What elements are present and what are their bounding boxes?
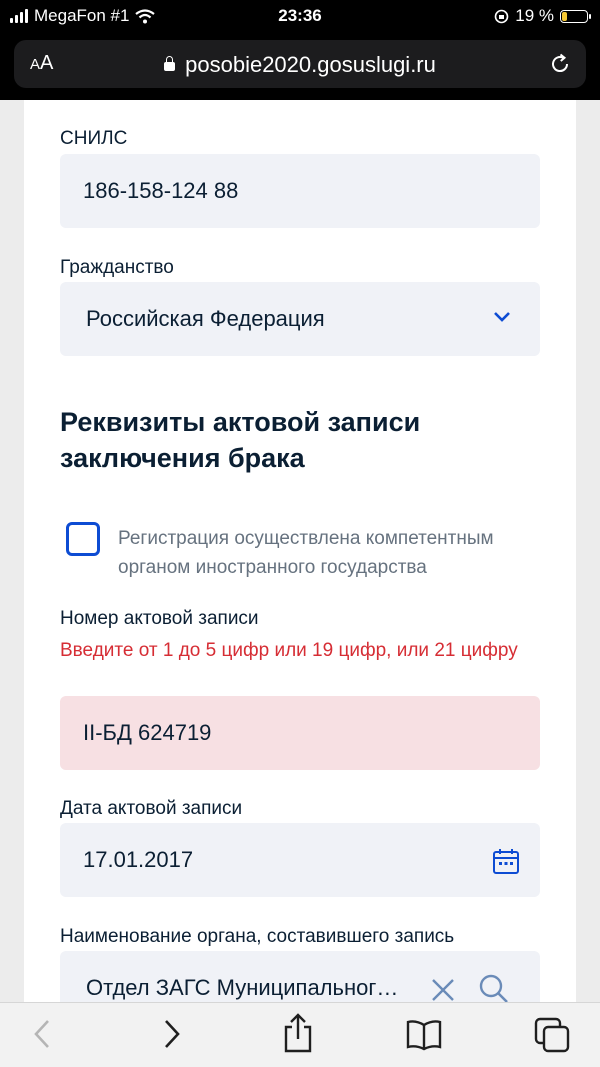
tabs-icon[interactable]	[534, 1017, 570, 1053]
calendar-icon[interactable]	[492, 847, 520, 875]
address-bar[interactable]: AA posobie2020.gosuslugi.ru	[14, 40, 586, 88]
clear-icon[interactable]	[430, 977, 456, 1003]
reload-icon[interactable]	[548, 52, 572, 76]
authority-label: Наименование органа, составившего запись	[60, 926, 455, 947]
record-number-value: II-БД 624719	[83, 720, 212, 745]
record-number-field[interactable]: II-БД 624719	[60, 696, 540, 770]
section-title: Реквизиты актовой записи заключения брак…	[60, 407, 421, 473]
record-date-value: 17.01.2017	[83, 847, 194, 872]
orientation-lock-icon	[494, 9, 509, 23]
status-right: 19 %	[494, 6, 591, 26]
url-display[interactable]: posobie2020.gosuslugi.ru	[14, 52, 586, 78]
battery-icon	[560, 9, 591, 23]
share-icon[interactable]	[282, 1013, 314, 1053]
foreign-registration-label[interactable]: Регистрация осуществлена компетентным ор…	[118, 524, 558, 582]
browser-chrome: AA posobie2020.gosuslugi.ru	[0, 34, 600, 100]
form-card: СНИЛС 186-158-124 88 Гражданство Российс…	[24, 100, 576, 1025]
status-bar: MegaFon #1 23:36 19 %	[0, 0, 600, 34]
battery-percent: 19 %	[515, 6, 554, 25]
browser-toolbar	[0, 1002, 600, 1067]
citizenship-value: Российская Федерация	[86, 306, 325, 331]
forward-icon[interactable]	[160, 1017, 184, 1051]
lock-icon	[164, 56, 176, 71]
citizenship-label: Гражданство	[60, 257, 174, 278]
snils-field[interactable]: 186-158-124 88	[60, 154, 540, 228]
snils-value: 186-158-124 88	[83, 178, 239, 203]
snils-label: СНИЛС	[60, 128, 128, 149]
citizenship-select[interactable]: Российская Федерация	[60, 282, 540, 356]
record-date-label: Дата актовой записи	[60, 798, 243, 819]
back-icon[interactable]	[30, 1017, 54, 1051]
record-number-label: Номер актовой записи	[60, 608, 259, 629]
url-text: posobie2020.gosuslugi.ru	[185, 52, 436, 77]
record-date-field[interactable]: 17.01.2017	[60, 823, 540, 897]
authority-value: Отдел ЗАГС Муниципальног…	[86, 975, 399, 1000]
search-icon[interactable]	[478, 973, 510, 1005]
chevron-down-icon	[494, 312, 510, 322]
bookmarks-icon[interactable]	[406, 1019, 442, 1051]
record-number-error: Введите от 1 до 5 цифр или 19 цифр, или …	[60, 640, 518, 661]
foreign-registration-checkbox[interactable]	[66, 522, 100, 556]
